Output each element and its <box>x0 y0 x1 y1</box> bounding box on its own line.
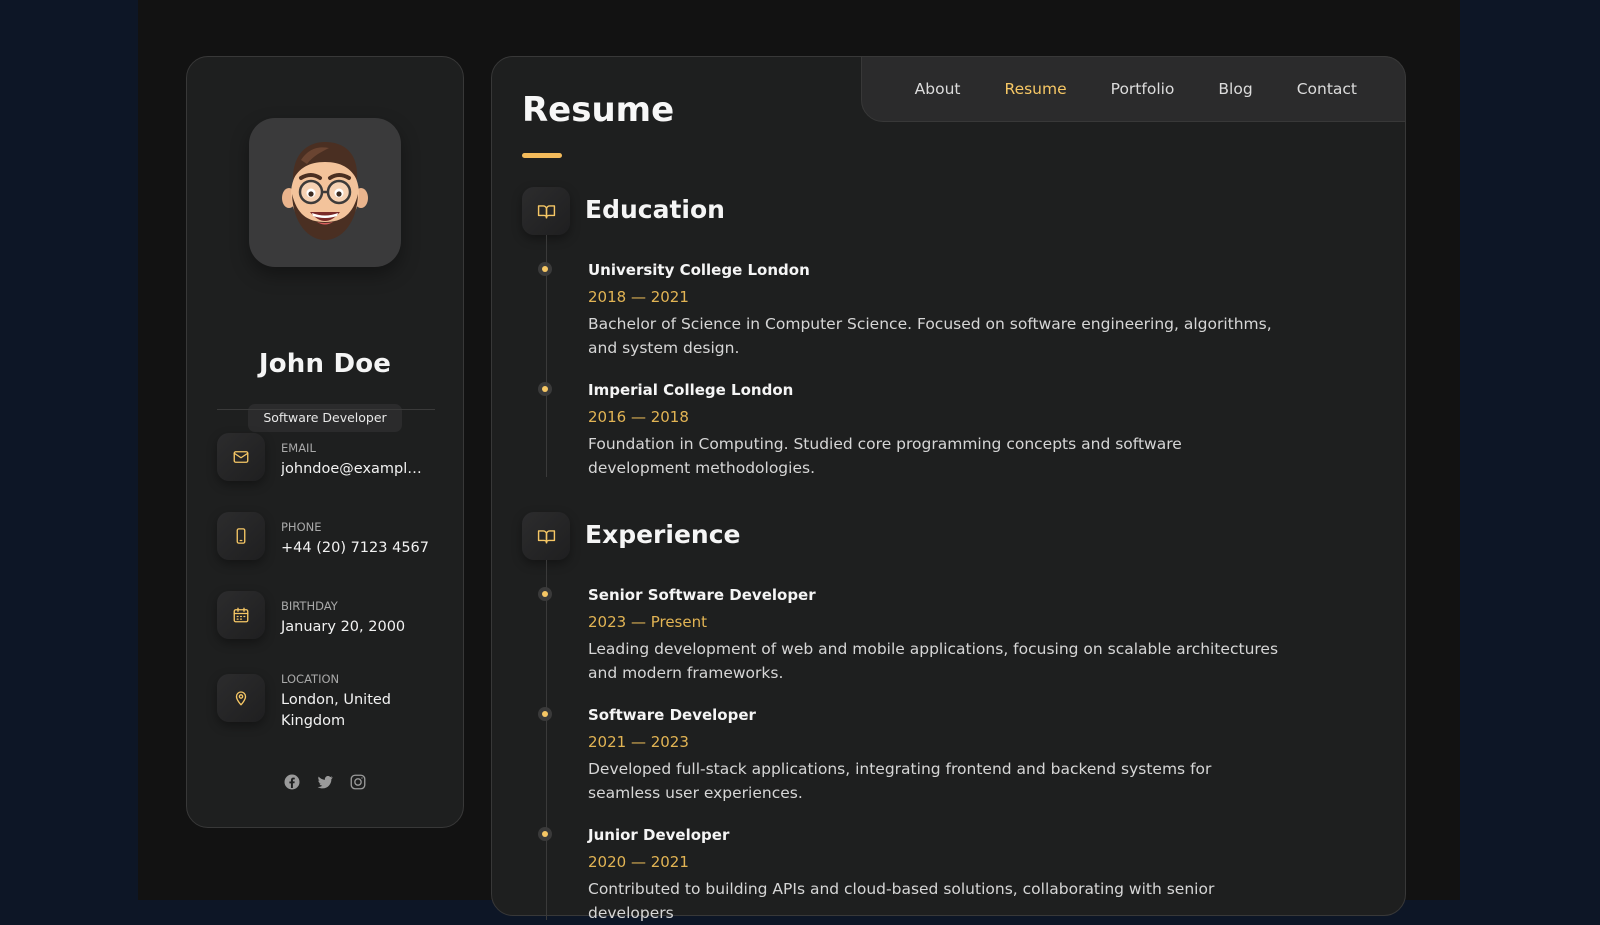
timeline-item-description: Leading development of web and mobile ap… <box>588 640 1279 682</box>
phone-icon <box>217 512 265 560</box>
timeline-item-description: Foundation in Computing. Studied core pr… <box>588 435 1182 477</box>
nav-item-blog[interactable]: Blog <box>1218 80 1252 98</box>
sidebar-divider <box>217 409 435 410</box>
twitter-icon[interactable] <box>316 773 334 791</box>
contact-label: BIRTHDAY <box>281 599 338 613</box>
timeline-dot <box>542 266 548 272</box>
social-links <box>187 773 463 791</box>
profile-sidebar: John Doe Software Developer EMAIL johndo… <box>186 56 464 828</box>
section-title: Education <box>585 195 725 224</box>
timeline-dot <box>542 386 548 392</box>
top-navbar: About Resume Portfolio Blog Contact <box>861 56 1406 122</box>
timeline-item-title: Software Developer <box>588 706 756 724</box>
timeline-item-description: Bachelor of Science in Computer Science.… <box>588 315 1272 357</box>
timeline-item: Imperial College London 2016 — 2018 Foun… <box>542 381 1288 480</box>
nav-item-about[interactable]: About <box>915 80 961 98</box>
timeline-dot <box>542 831 548 837</box>
timeline-item-title: Imperial College London <box>588 381 794 399</box>
timeline-item: Junior Developer 2020 — 2021 Contributed… <box>542 826 1288 925</box>
timeline-line <box>546 560 547 920</box>
timeline-item: Software Developer 2021 — 2023 Developed… <box>542 706 1288 805</box>
timeline-dot <box>542 591 548 597</box>
page-title: Resume <box>522 90 675 130</box>
birthday-value: January 20, 2000 <box>281 619 406 635</box>
section-title: Experience <box>585 520 741 549</box>
timeline-item-date: 2016 — 2018 <box>588 408 689 426</box>
timeline-item-title: University College London <box>588 261 810 279</box>
avatar <box>249 118 401 267</box>
contact-label: EMAIL <box>281 441 316 455</box>
timeline-dot <box>542 711 548 717</box>
contact-label: PHONE <box>281 520 322 534</box>
book-open-icon <box>522 512 570 560</box>
calendar-icon <box>217 591 265 639</box>
timeline-item-date: 2023 — Present <box>588 613 707 631</box>
contact-item-phone: PHONE +44 (20) 7123 4567 <box>217 512 447 572</box>
contact-item-email: EMAIL johndoe@example... <box>217 433 447 493</box>
timeline-item-description: Contributed to building APIs and cloud-b… <box>588 880 1215 922</box>
title-underline <box>522 153 562 158</box>
timeline-item-date: 2020 — 2021 <box>588 853 689 871</box>
nav-item-contact[interactable]: Contact <box>1297 80 1357 98</box>
nav-item-portfolio[interactable]: Portfolio <box>1111 80 1175 98</box>
contact-item-location: LOCATION London, United Kingdom <box>217 670 447 730</box>
mail-icon <box>217 433 265 481</box>
timeline-item-date: 2021 — 2023 <box>588 733 689 751</box>
timeline-item: Senior Software Developer 2023 — Present… <box>542 586 1288 685</box>
avatar-memoji-image <box>282 142 368 240</box>
timeline-item: University College London 2018 — 2021 Ba… <box>542 261 1288 360</box>
location-pin-icon <box>217 674 265 722</box>
timeline-item-title: Junior Developer <box>588 826 730 844</box>
contact-label: LOCATION <box>281 672 340 686</box>
email-link[interactable]: johndoe@example... <box>281 459 427 480</box>
phone-link[interactable]: +44 (20) 7123 4567 <box>281 538 431 559</box>
nav-item-resume[interactable]: Resume <box>1005 80 1067 98</box>
resume-card: About Resume Portfolio Blog Contact Resu… <box>491 56 1406 922</box>
timeline-item-title: Senior Software Developer <box>588 586 816 604</box>
profile-name: John Doe <box>258 349 392 379</box>
timeline-item-description: Developed full-stack applications, integ… <box>588 760 1212 802</box>
facebook-icon[interactable] <box>283 773 301 791</box>
contact-item-birthday: BIRTHDAY January 20, 2000 <box>217 591 447 651</box>
timeline-item-date: 2018 — 2021 <box>588 288 689 306</box>
book-open-icon <box>522 187 570 235</box>
instagram-icon[interactable] <box>349 773 367 791</box>
location-value: London, United Kingdom <box>281 692 392 729</box>
